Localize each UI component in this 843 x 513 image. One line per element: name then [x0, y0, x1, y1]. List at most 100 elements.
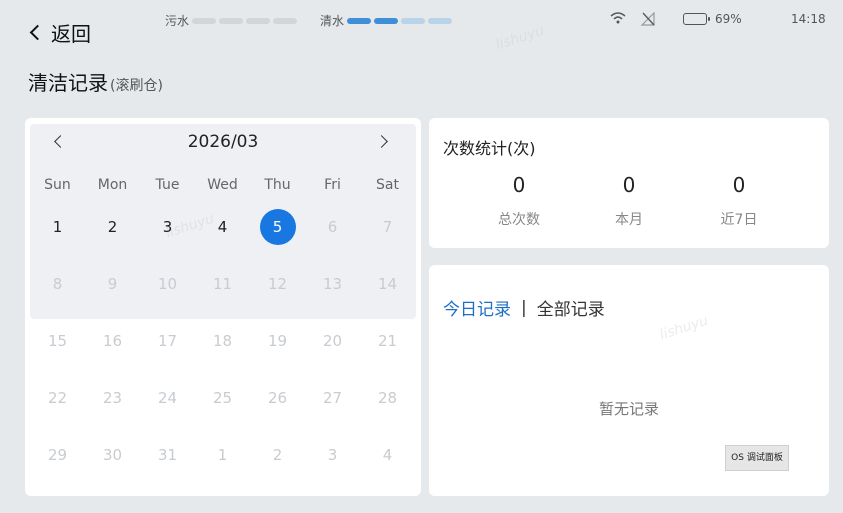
calendar-day[interactable]: 1 — [30, 209, 85, 245]
calendar-day-number: 7 — [382, 217, 393, 236]
clean-water-segment — [374, 17, 399, 24]
calendar-day[interactable]: 31 — [140, 437, 195, 473]
calendar-day-number: 2 — [272, 445, 283, 464]
calendar-day-number: 11 — [212, 274, 233, 293]
stats-card: 次数统计(次) 0 总次数 0 本月 0 近7日 — [429, 118, 829, 248]
stat-7days: 0 近7日 — [684, 173, 794, 229]
back-button[interactable]: 返回 — [28, 18, 91, 47]
next-month-icon[interactable] — [375, 135, 388, 148]
calendar-day-number: 20 — [322, 331, 343, 350]
calendar-day[interactable]: 25 — [195, 380, 250, 416]
calendar-day-number: 1 — [52, 217, 63, 236]
calendar-day-number: 26 — [267, 388, 288, 407]
dirty-water-segment — [192, 17, 217, 24]
dirty-water-label: 污水 — [165, 14, 190, 28]
stat-7days-label: 近7日 — [720, 212, 758, 228]
calendar-day[interactable]: 3 — [140, 209, 195, 245]
calendar-day-number: 29 — [47, 445, 68, 464]
battery-percent: 69% — [715, 12, 742, 26]
stat-month-value: 0 — [622, 173, 636, 197]
calendar-day[interactable]: 1 — [195, 437, 250, 473]
calendar-day-number: 6 — [327, 217, 338, 236]
calendar-day[interactable]: 4 — [360, 437, 415, 473]
calendar-day-number: 4 — [382, 445, 393, 464]
calendar-day[interactable]: 30 — [85, 437, 140, 473]
dirty-water-segment — [273, 17, 298, 24]
calendar-day-number: 31 — [157, 445, 178, 464]
calendar-day-number: 10 — [157, 274, 178, 293]
calendar-day[interactable]: 27 — [305, 380, 360, 416]
calendar-day[interactable]: 21 — [360, 323, 415, 359]
calendar-week: 1 2 3 4 5 6 7 — [30, 198, 416, 255]
calendar-day-number: 2 — [107, 217, 118, 236]
calendar-day-number: 3 — [327, 445, 338, 464]
calendar-day[interactable]: 9 — [85, 266, 140, 302]
clean-water-segment — [347, 17, 372, 24]
calendar-day[interactable]: 22 — [30, 380, 85, 416]
calendar-day-number: 12 — [267, 274, 288, 293]
calendar-day-selected[interactable]: 5 — [250, 208, 305, 245]
calendar-day[interactable]: 24 — [140, 380, 195, 416]
calendar-day[interactable]: 15 — [30, 323, 85, 359]
calendar-day-number: 18 — [212, 331, 233, 350]
calendar-day-number: 5 — [272, 217, 283, 236]
dirty-water-segment — [246, 17, 271, 24]
calendar-day[interactable]: 17 — [140, 323, 195, 359]
calendar-day[interactable]: 16 — [85, 323, 140, 359]
calendar-day[interactable]: 2 — [85, 209, 140, 245]
watermark: lishuyu — [657, 312, 711, 344]
chevron-left-icon — [29, 24, 46, 41]
calendar-day-number: 13 — [322, 274, 343, 293]
records-card: 今日记录 | 全部记录 暂无记录 OS 调试面板 lishuyu — [429, 265, 829, 496]
wifi-icon — [610, 12, 626, 24]
debug-panel-button[interactable]: OS 调试面板 — [725, 445, 789, 471]
no-signal-icon — [640, 12, 656, 26]
calendar-day[interactable]: 19 — [250, 323, 305, 359]
weekday-row: Sun Mon Tue Wed Thu Fri Sat — [30, 177, 416, 193]
calendar-day-number: 21 — [377, 331, 398, 350]
calendar-week: 22 23 24 25 26 27 28 — [30, 369, 416, 426]
calendar-day[interactable]: 7 — [360, 209, 415, 245]
prev-month-icon[interactable] — [54, 135, 67, 148]
calendar-day-number: 4 — [217, 217, 228, 236]
battery-icon — [683, 13, 710, 25]
weekday-label: Mon — [97, 177, 128, 193]
tab-today-records[interactable]: 今日记录 — [443, 295, 511, 320]
calendar-day[interactable]: 14 — [360, 266, 415, 302]
calendar-day[interactable]: 13 — [305, 266, 360, 302]
calendar-day[interactable]: 6 — [305, 209, 360, 245]
stat-total: 0 总次数 — [464, 173, 574, 229]
calendar-day[interactable]: 26 — [250, 380, 305, 416]
clean-water-segment — [401, 17, 426, 24]
calendar-nav: 2026/03 — [30, 124, 416, 160]
calendar-day[interactable]: 28 — [360, 380, 415, 416]
calendar-day[interactable]: 8 — [30, 266, 85, 302]
calendar-day[interactable]: 20 — [305, 323, 360, 359]
calendar-day[interactable]: 2 — [250, 437, 305, 473]
calendar-day[interactable]: 18 — [195, 323, 250, 359]
calendar-day[interactable]: 23 — [85, 380, 140, 416]
calendar-day[interactable]: 3 — [305, 437, 360, 473]
calendar-day[interactable]: 11 — [195, 266, 250, 302]
stat-7days-value: 0 — [732, 173, 746, 197]
calendar-week: 15 16 17 18 19 20 21 — [30, 312, 416, 369]
weekday-label: Sun — [44, 177, 71, 193]
calendar-day-number: 27 — [322, 388, 343, 407]
calendar-day-number: 16 — [102, 331, 123, 350]
tab-all-records[interactable]: 全部记录 — [537, 295, 605, 320]
calendar-day-number: 25 — [212, 388, 233, 407]
stat-total-value: 0 — [512, 173, 526, 197]
calendar-month: 2026/03 — [187, 132, 259, 152]
calendar-card: 2026/03 Sun Mon Tue Wed Thu Fri Sat 1234567891… — [25, 118, 421, 496]
calendar-day[interactable]: 29 — [30, 437, 85, 473]
calendar-week: 29 30 31 1 2 3 4 — [30, 426, 416, 483]
calendar-day-number: 14 — [377, 274, 398, 293]
stat-month: 0 本月 — [574, 173, 684, 229]
calendar-day[interactable]: 4 — [195, 209, 250, 245]
calendar-day-number: 8 — [52, 274, 63, 293]
stats-columns: 0 总次数 0 本月 0 近7日 — [429, 173, 829, 229]
weekday-label: Sat — [376, 177, 399, 193]
dirty-water-indicator: 污水 — [165, 12, 298, 29]
calendar-day[interactable]: 10 — [140, 266, 195, 302]
calendar-day[interactable]: 12 — [250, 266, 305, 302]
